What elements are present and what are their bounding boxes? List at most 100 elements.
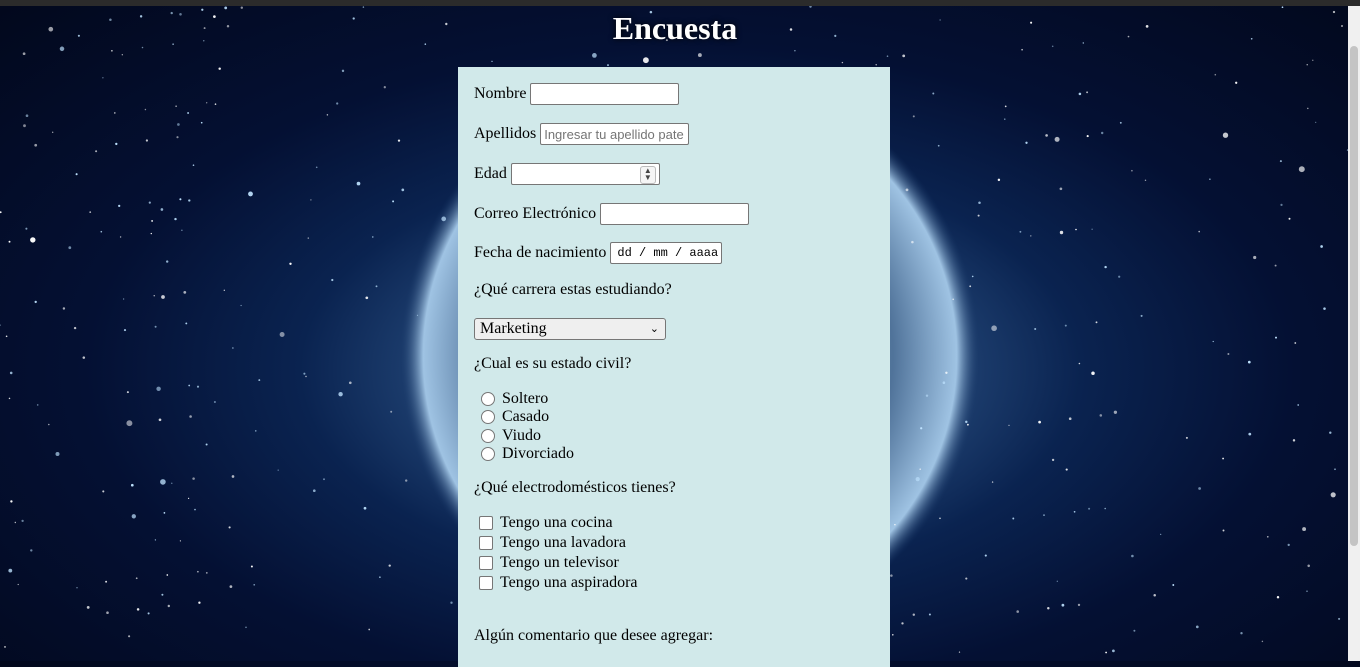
star <box>323 478 325 481</box>
star <box>1104 507 1107 510</box>
star <box>416 314 419 316</box>
star <box>111 49 113 52</box>
star <box>185 322 188 325</box>
checkbox[interactable] <box>479 536 493 550</box>
checkbox[interactable] <box>479 576 493 590</box>
star <box>34 300 37 304</box>
star <box>82 356 86 359</box>
star <box>890 574 893 577</box>
star <box>255 430 257 432</box>
star <box>305 375 307 378</box>
electro-option-row[interactable]: Tengo una lavadora <box>474 534 626 552</box>
star <box>379 576 381 578</box>
star <box>1019 230 1022 233</box>
star <box>1212 340 1214 343</box>
radio-button[interactable] <box>481 429 495 443</box>
checkbox[interactable] <box>479 516 493 530</box>
estado-option-row[interactable]: Casado <box>474 408 549 426</box>
star <box>176 136 179 139</box>
star <box>4 646 6 648</box>
radio-button[interactable] <box>481 447 495 461</box>
scrollbar-thumb[interactable] <box>1350 46 1358 546</box>
star <box>30 549 33 552</box>
star <box>52 131 54 133</box>
star <box>1045 134 1048 137</box>
correo-input[interactable] <box>600 203 750 225</box>
star <box>150 232 152 235</box>
nombre-input[interactable] <box>530 83 680 105</box>
estado-option-row[interactable]: Divorciado <box>474 445 574 463</box>
estado-option-row[interactable]: Soltero <box>474 390 548 408</box>
star <box>1338 617 1341 620</box>
star <box>279 332 285 337</box>
star <box>925 394 929 397</box>
star <box>937 144 940 147</box>
star <box>401 188 405 192</box>
carrera-question: ¿Qué carrera estas estudiando? <box>474 281 672 299</box>
radio-button[interactable] <box>481 392 495 406</box>
star <box>1302 527 1307 532</box>
star <box>166 260 169 263</box>
star <box>450 601 453 604</box>
star <box>919 468 921 471</box>
star <box>1104 265 1107 269</box>
star <box>1091 228 1093 230</box>
star <box>1051 458 1055 462</box>
apellidos-input[interactable] <box>540 123 690 145</box>
estado-option-row[interactable]: Viudo <box>474 427 541 445</box>
carrera-selected-value: Marketing <box>480 320 547 337</box>
edad-input[interactable] <box>510 163 660 185</box>
star <box>0 324 1 326</box>
star <box>1320 245 1323 248</box>
star <box>397 139 401 142</box>
star <box>8 568 13 573</box>
star <box>148 201 151 204</box>
star <box>902 54 906 58</box>
electro-option-row[interactable]: Tengo un televisor <box>474 554 619 572</box>
star <box>253 583 256 586</box>
star <box>128 635 131 638</box>
star <box>160 208 164 211</box>
spinner-icon[interactable]: ▲ ▼ <box>639 166 656 184</box>
survey-form: Nombre Apellidos Edad ▲▼ Correo Electrón… <box>458 67 890 667</box>
star <box>310 199 312 201</box>
star <box>8 240 11 243</box>
checkbox[interactable] <box>479 556 493 570</box>
star <box>1253 255 1257 260</box>
star <box>25 114 29 118</box>
star <box>224 6 228 10</box>
star <box>1054 136 1060 142</box>
star <box>388 564 391 567</box>
star <box>136 608 140 611</box>
star <box>1030 235 1032 237</box>
scrollbar[interactable] <box>1348 6 1360 661</box>
nombre-label: Nombre <box>474 85 527 102</box>
star <box>0 211 2 214</box>
star <box>144 108 147 111</box>
star <box>229 585 233 588</box>
carrera-label: ¿Qué carrera estas estudiando? <box>474 281 672 298</box>
star <box>160 479 166 485</box>
star <box>942 381 946 385</box>
star <box>198 601 201 604</box>
star <box>642 57 649 64</box>
fecha-input[interactable]: dd / mm / aaaa <box>610 242 723 264</box>
star <box>969 285 972 288</box>
star <box>126 391 129 394</box>
radio-button[interactable] <box>481 410 495 424</box>
star <box>232 347 234 349</box>
star <box>958 651 961 653</box>
electro-option-row[interactable]: Tengo una aspiradora <box>474 574 638 592</box>
star <box>223 289 225 291</box>
star <box>177 123 180 126</box>
star <box>277 469 279 471</box>
star <box>48 423 50 426</box>
carrera-select[interactable]: Marketing ⌄ <box>474 318 666 340</box>
star <box>156 386 161 392</box>
star <box>121 54 123 56</box>
star <box>206 102 208 104</box>
electro-option-row[interactable]: Tengo una cocina <box>474 514 613 532</box>
star <box>126 420 133 427</box>
star <box>1016 610 1019 613</box>
star <box>965 577 968 580</box>
